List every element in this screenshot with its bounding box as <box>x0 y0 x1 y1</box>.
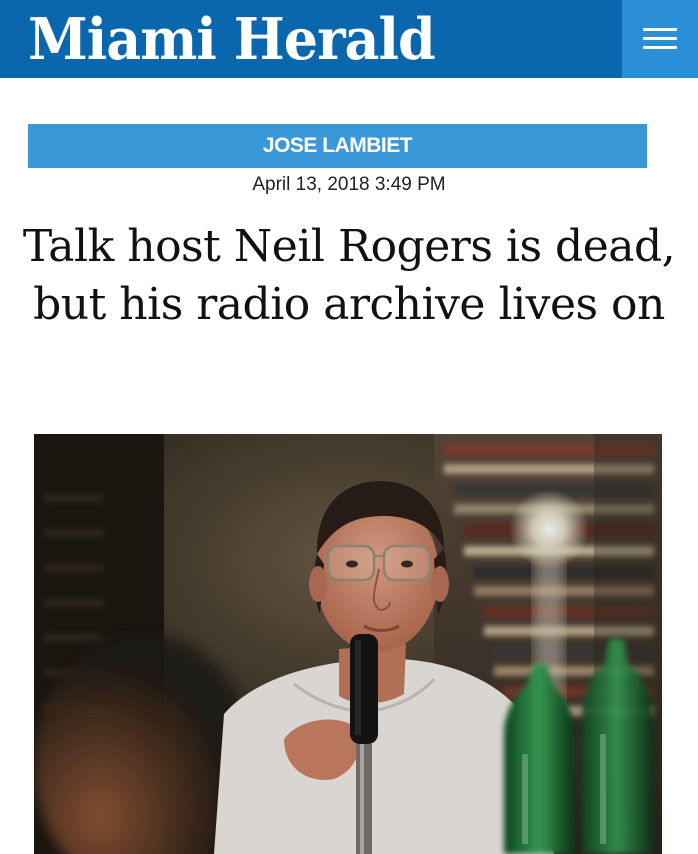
article-headline: Talk host Neil Rogers is dead, but his r… <box>22 221 676 330</box>
article-photo[interactable] <box>34 434 662 854</box>
author-link[interactable]: JOSE LAMBIET <box>28 124 647 168</box>
article-date: April 13, 2018 3:49 PM <box>252 174 446 195</box>
article-photo-image <box>34 434 662 854</box>
site-header: Miami Herald <box>0 0 698 78</box>
menu-button[interactable] <box>622 0 698 78</box>
site-logo[interactable]: Miami Herald <box>28 2 436 76</box>
